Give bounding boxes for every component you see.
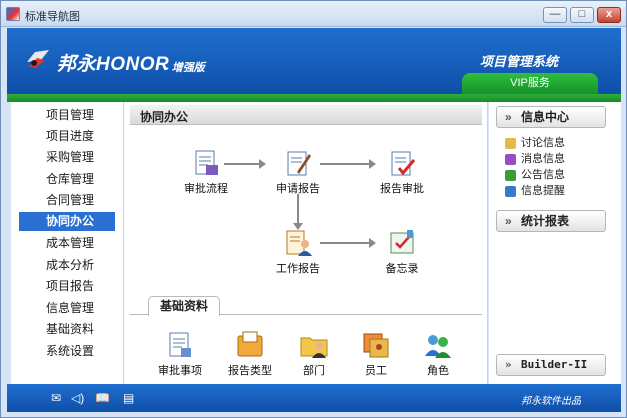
chevron-right-icon: » xyxy=(505,358,512,371)
status-bar: ✉ ◁) 📖 ▤ 邦永软件出品 xyxy=(7,384,621,412)
role-label: 角色 xyxy=(427,365,449,377)
vip-service-tab[interactable]: VIP服务 xyxy=(462,73,598,94)
flow-arrow xyxy=(224,159,266,169)
department-node[interactable]: 部门 xyxy=(284,330,344,378)
approval-flow-icon xyxy=(195,150,218,175)
flow-arrow xyxy=(320,238,376,248)
sidebar-nav: 项目管理 项目进度 采购管理 仓库管理 合同管理 协同办公 成本管理 成本分析 … xyxy=(11,102,123,384)
info-item-label: 公告信息 xyxy=(521,169,565,181)
tab-basic-data[interactable]: 基础资料 xyxy=(148,296,220,316)
brand-logo-icon xyxy=(27,50,49,68)
sidebar-item-info-management[interactable]: 信息管理 xyxy=(19,299,115,318)
approval-items-label: 审批事项 xyxy=(158,365,202,377)
memo-node[interactable]: 备忘录 xyxy=(372,228,432,276)
notice-icon xyxy=(505,170,516,181)
app-window: 标准导航图 — □ x 邦永HONOR - 增强版 项目管理系统 VIP服务 项… xyxy=(0,0,627,418)
system-title: 项目管理系统 xyxy=(480,54,559,69)
report-types-label: 报告类型 xyxy=(228,365,272,377)
minimize-button[interactable]: — xyxy=(543,7,567,23)
info-center-button[interactable]: » 信息中心 xyxy=(496,106,606,128)
builder-button[interactable]: » Builder-II xyxy=(496,354,606,376)
info-item-label: 信息提醒 xyxy=(521,185,565,197)
role-icon xyxy=(425,335,451,358)
header-banner: 邦永HONOR - 增强版 项目管理系统 VIP服务 xyxy=(7,28,621,94)
sidebar-item-basic-data[interactable]: 基础资料 xyxy=(19,320,115,339)
info-item-reminder[interactable]: 信息提醒 xyxy=(505,184,565,198)
approval-items-icon xyxy=(169,332,191,357)
report-approve-label: 报告审批 xyxy=(380,183,424,195)
apply-report-icon xyxy=(287,151,311,176)
apply-report-node[interactable]: 申请报告 xyxy=(268,148,328,196)
report-approve-icon xyxy=(391,151,416,176)
main-panel: 协同办公 审批流程 申请报告 报告审批 工作报告 备忘录 基础资料 审批事项 报… xyxy=(123,102,488,384)
info-item-label: 消息信息 xyxy=(521,153,565,165)
statistics-report-button[interactable]: » 统计报表 xyxy=(496,210,606,232)
sidebar-item-warehouse[interactable]: 仓库管理 xyxy=(19,170,115,189)
chevron-right-icon: » xyxy=(505,110,512,124)
work-report-node[interactable]: 工作报告 xyxy=(268,228,328,276)
approval-flow-node[interactable]: 审批流程 xyxy=(176,148,236,196)
document-icon[interactable]: ▤ xyxy=(123,391,134,405)
report-types-icon xyxy=(237,331,263,357)
sidebar-item-project-management[interactable]: 项目管理 xyxy=(19,106,115,125)
staff-icon xyxy=(363,333,389,358)
info-item-notice[interactable]: 公告信息 xyxy=(505,168,565,182)
flow-arrow-down xyxy=(293,194,303,230)
discussion-icon xyxy=(505,138,516,149)
work-report-label: 工作报告 xyxy=(276,263,320,275)
department-label: 部门 xyxy=(303,365,325,377)
memo-label: 备忘录 xyxy=(385,263,419,275)
memo-icon xyxy=(390,230,414,254)
info-item-discussion[interactable]: 讨论信息 xyxy=(505,136,565,150)
approval-items-node[interactable]: 审批事项 xyxy=(150,330,210,378)
message-icon xyxy=(505,154,516,165)
work-report-icon xyxy=(286,230,312,256)
sidebar-item-project-progress[interactable]: 项目进度 xyxy=(19,127,115,146)
window-title: 标准导航图 xyxy=(25,11,80,23)
book-icon[interactable]: 📖 xyxy=(95,391,110,405)
reminder-icon xyxy=(505,186,516,197)
title-bar: 标准导航图 — □ x xyxy=(1,1,626,27)
report-types-node[interactable]: 报告类型 xyxy=(220,330,280,378)
panel-title: 协同办公 xyxy=(140,110,189,124)
sidebar-item-project-report[interactable]: 项目报告 xyxy=(19,277,115,296)
company-credit: 邦永软件出品 xyxy=(521,396,581,407)
chevron-right-icon: » xyxy=(505,214,512,228)
staff-node[interactable]: 员工 xyxy=(346,330,406,378)
approval-flow-label: 审批流程 xyxy=(184,183,228,195)
info-item-label: 讨论信息 xyxy=(521,137,565,149)
info-item-message[interactable]: 消息信息 xyxy=(505,152,565,166)
statistics-report-label: 统计报表 xyxy=(521,214,570,228)
speaker-icon[interactable]: ◁) xyxy=(71,391,84,405)
maximize-button[interactable]: □ xyxy=(570,7,594,23)
app-icon xyxy=(6,7,20,21)
sidebar-item-purchase[interactable]: 采购管理 xyxy=(19,148,115,167)
sidebar-item-cost-analysis[interactable]: 成本分析 xyxy=(19,256,115,275)
role-node[interactable]: 角色 xyxy=(408,330,468,378)
edition-label: - 增强版 xyxy=(165,62,205,74)
brand-name: 邦永HONOR xyxy=(57,54,170,75)
right-panel: » 信息中心 讨论信息 消息信息 公告信息 信息提醒 » 统计报表 » Buil… xyxy=(489,102,621,384)
staff-label: 员工 xyxy=(365,365,387,377)
sidebar-item-collaboration[interactable]: 协同办公 xyxy=(19,212,115,231)
flow-arrow xyxy=(320,159,376,169)
sidebar-item-system-settings[interactable]: 系统设置 xyxy=(19,342,115,361)
close-button[interactable]: x xyxy=(597,7,621,23)
builder-label: Builder-II xyxy=(521,358,588,371)
sidebar-item-cost-management[interactable]: 成本管理 xyxy=(19,234,115,253)
report-approve-node[interactable]: 报告审批 xyxy=(372,148,432,196)
mail-icon[interactable]: ✉ xyxy=(51,391,61,405)
info-center-label: 信息中心 xyxy=(521,110,570,124)
panel-header: 协同办公 xyxy=(130,105,482,125)
department-icon xyxy=(300,337,328,358)
sidebar-item-contract[interactable]: 合同管理 xyxy=(19,191,115,210)
header-divider xyxy=(7,94,621,102)
